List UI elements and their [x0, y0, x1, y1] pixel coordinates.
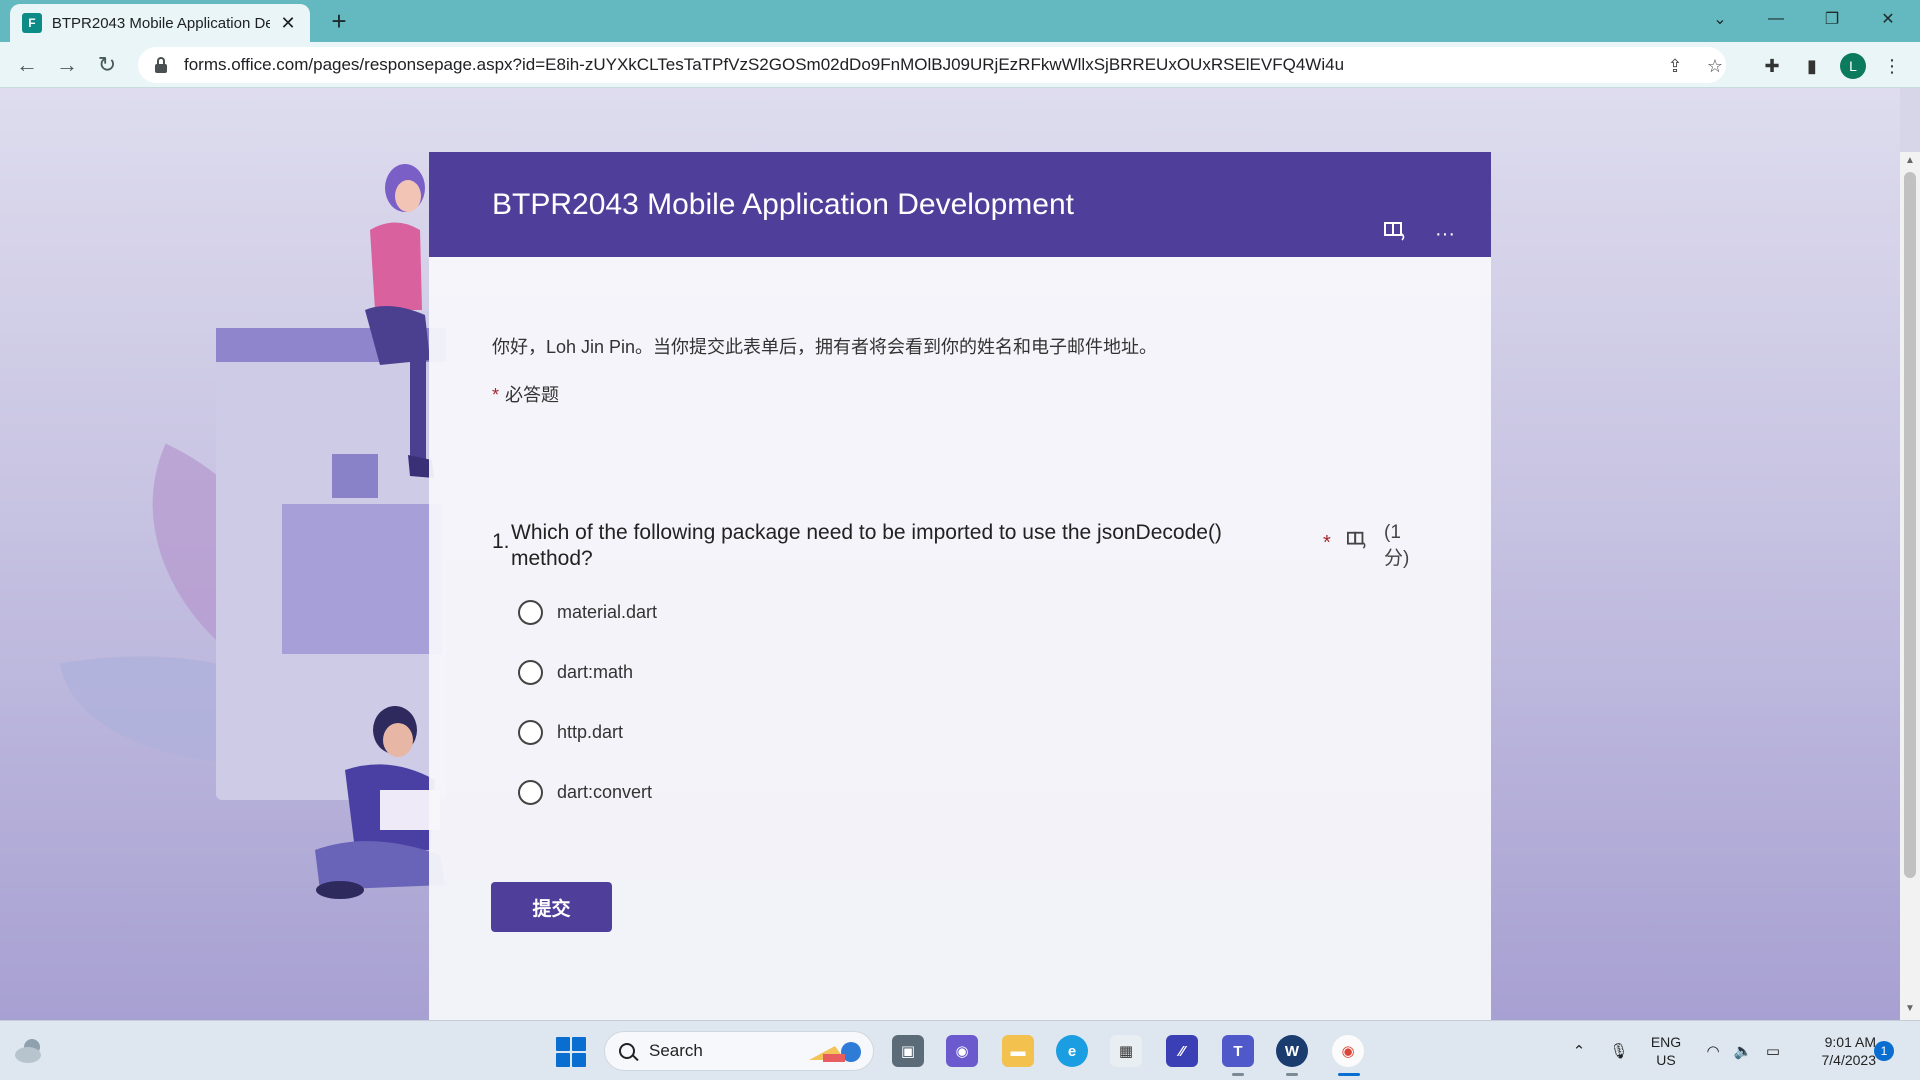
extensions-puzzle-icon[interactable]: ✚ [1760, 54, 1784, 78]
search-highlight-icon [809, 1042, 861, 1062]
required-star: * [492, 385, 500, 405]
browser-tab-strip: F BTPR2043 Mobile Application Developmen… [0, 0, 1920, 42]
radio-button[interactable] [518, 659, 543, 685]
browser-menu-icon[interactable]: ⋮ [1880, 54, 1904, 78]
notification-badge[interactable]: 1 [1874, 1041, 1894, 1061]
form-header: BTPR2043 Mobile Application Development … [429, 152, 1491, 257]
question-required-star: * [1323, 532, 1331, 554]
tab-title: BTPR2043 Mobile Application Development [51, 14, 271, 32]
language-code: ENG [1650, 1034, 1682, 1050]
radio-button[interactable] [518, 599, 543, 625]
teams-icon[interactable]: T [1222, 1035, 1254, 1067]
reload-icon[interactable]: ↻ [92, 50, 122, 80]
vpn-app-icon[interactable]: ⁄⁄ [1166, 1035, 1198, 1067]
option-dart-convert[interactable]: dart:convert [518, 777, 652, 807]
scroll-up-icon[interactable]: ▲ [1900, 152, 1920, 170]
share-icon[interactable]: ⇪ [1664, 55, 1686, 77]
address-bar[interactable]: forms.office.com/pages/responsepage.aspx… [138, 47, 1726, 83]
wifi-icon[interactable]: ◠ [1700, 1021, 1726, 1080]
new-tab-button[interactable]: + [324, 6, 354, 36]
app-active-indicator [1338, 1073, 1360, 1076]
radio-button[interactable] [518, 719, 543, 745]
form-body: 你好，Loh Jin Pin。当你提交此表单后，拥有者将会看到你的姓名和电子邮件… [429, 257, 1491, 1020]
chrome-browser-icon[interactable]: ◉ [1332, 1035, 1364, 1067]
volume-icon[interactable]: 🔈 [1730, 1021, 1756, 1080]
profile-avatar[interactable]: L [1840, 53, 1866, 79]
illustration-sitting-woman [365, 164, 434, 478]
radio-button[interactable] [518, 779, 543, 805]
option-label[interactable]: dart:convert [557, 782, 652, 803]
side-panel-icon[interactable]: ▮ [1800, 54, 1824, 78]
forward-arrow-icon[interactable]: → [52, 50, 82, 80]
more-options-icon[interactable]: ··· [1431, 220, 1459, 248]
question-text: Which of the following package need to b… [511, 521, 1222, 570]
show-hidden-icons-chevron-icon[interactable]: ⌃ [1566, 1021, 1592, 1080]
app-running-indicator [1286, 1073, 1298, 1076]
question-number: 1. [492, 530, 510, 553]
system-clock[interactable]: 9:01 AM 7/4/2023 [1796, 1033, 1877, 1069]
form-title: BTPR2043 Mobile Application Development [492, 188, 1074, 221]
url-text[interactable]: forms.office.com/pages/responsepage.aspx… [184, 55, 1664, 75]
file-explorer-icon[interactable]: ▬ [1002, 1035, 1034, 1067]
taskbar-search[interactable]: Search [604, 1031, 874, 1071]
option-dart-math[interactable]: dart:math [518, 657, 633, 687]
search-icon [619, 1043, 635, 1059]
illustration-sitting-man [315, 706, 445, 899]
option-label[interactable]: http.dart [557, 722, 623, 743]
restore-button[interactable]: ❐ [1804, 0, 1860, 38]
back-arrow-icon[interactable]: ← [12, 50, 42, 80]
word-app-icon[interactable]: W [1276, 1035, 1308, 1067]
battery-icon[interactable]: ▭ [1760, 1021, 1786, 1080]
forms-icon: F [22, 13, 42, 33]
minimize-button[interactable]: — [1748, 0, 1804, 38]
lock-icon[interactable] [154, 57, 168, 73]
submit-button[interactable]: 提交 [491, 882, 612, 932]
teams-chat-icon[interactable]: ◉ [946, 1035, 978, 1067]
language-indicator[interactable]: ENG US [1648, 1033, 1684, 1069]
scrollbar-thumb[interactable] [1904, 172, 1916, 878]
tab-close-icon[interactable]: ✕ [278, 13, 298, 34]
required-note: * 必答题 [492, 381, 559, 407]
required-note-label: 必答题 [505, 385, 560, 405]
close-window-button[interactable]: ✕ [1860, 0, 1916, 38]
language-region: US [1656, 1052, 1676, 1068]
app-running-indicator [1232, 1073, 1244, 1076]
question-points: (1 分) [1384, 522, 1410, 569]
task-view-icon[interactable]: ▣ [892, 1035, 924, 1067]
scroll-down-icon[interactable]: ▼ [1900, 1000, 1920, 1018]
tab-search-chevron-icon[interactable]: ⌄ [1692, 0, 1748, 38]
immersive-reader-icon[interactable] [1381, 220, 1409, 248]
option-http-dart[interactable]: http.dart [518, 717, 623, 747]
microphone-muted-icon[interactable]: 🎙 [1604, 1021, 1634, 1080]
windows-start-icon[interactable] [556, 1037, 586, 1067]
microsoft-store-icon[interactable]: ▦ [1110, 1035, 1142, 1067]
option-label[interactable]: material.dart [557, 602, 657, 623]
option-material-dart[interactable]: material.dart [518, 597, 657, 627]
weather-cloud-icon[interactable] [14, 1037, 44, 1065]
question-reader-icon[interactable] [1344, 530, 1370, 556]
bookmark-star-icon[interactable]: ☆ [1704, 55, 1726, 77]
browser-toolbar: ← → ↻ forms.office.com/pages/responsepag… [0, 42, 1920, 88]
clock-date: 7/4/2023 [1821, 1052, 1877, 1068]
clock-time: 9:01 AM [1824, 1034, 1876, 1050]
illustration-card [282, 504, 442, 654]
edge-browser-icon[interactable]: e [1056, 1035, 1088, 1067]
form-greeting: 你好，Loh Jin Pin。当你提交此表单后，拥有者将会看到你的姓名和电子邮件… [492, 337, 1158, 357]
browser-tab[interactable]: F BTPR2043 Mobile Application Developmen… [10, 4, 310, 42]
taskbar: Search ▣ ◉ ▬ e ▦ ⁄⁄ T W ◉ ⌃ 🎙 ENG US ◠ 🔈… [0, 1020, 1920, 1080]
search-label: Search [649, 1041, 703, 1060]
option-label[interactable]: dart:math [557, 662, 633, 683]
